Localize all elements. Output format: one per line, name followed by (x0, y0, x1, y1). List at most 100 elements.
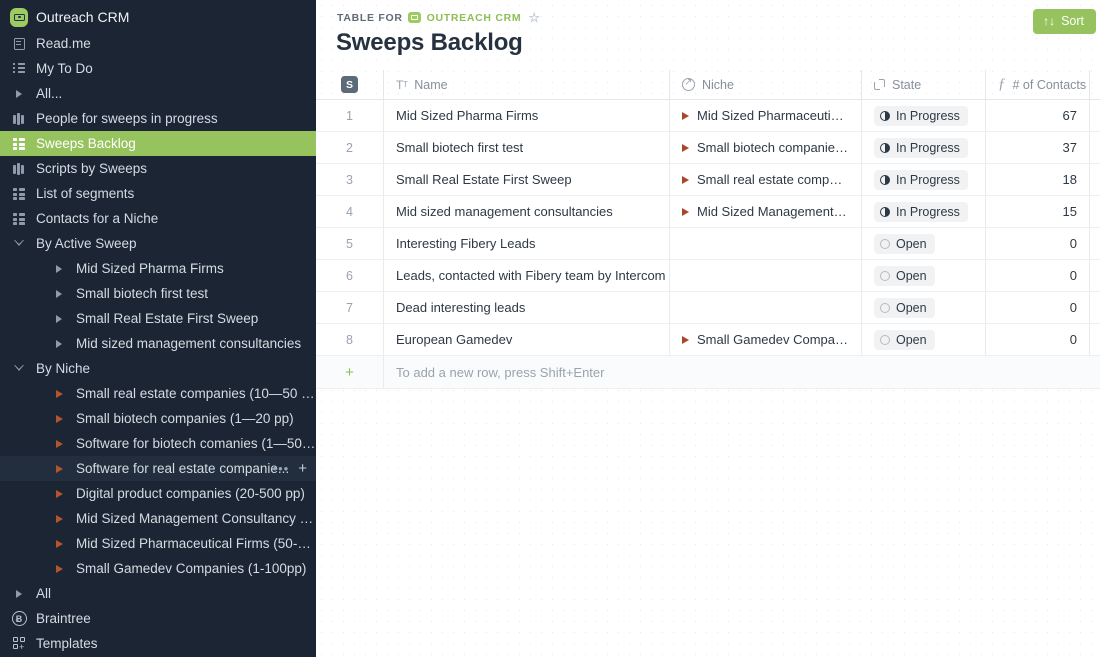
sidebar-item-all[interactable]: All... (0, 81, 316, 106)
breadcrumb-workspace-link[interactable]: OUTREACH CRM (427, 12, 522, 24)
column-header-contacts[interactable]: ƒ # of Contacts (986, 70, 1090, 99)
table-row[interactable]: 5Interesting Fibery LeadsOpen0 (316, 228, 1100, 260)
sidebar-item-people-for-sweeps-in-progress[interactable]: People for sweeps in progress (0, 106, 316, 131)
workflow-icon (874, 79, 885, 90)
sidebar-item-mid-sized-pharmaceutical-firms-50-150-pp[interactable]: Mid Sized Pharmaceutical Firms (50-150 p… (0, 531, 316, 556)
sidebar-item-small-real-estate-companies-10-50-pp[interactable]: Small real estate companies (10—50 pp) (0, 381, 316, 406)
cell-niche[interactable]: Mid Sized Pharmaceutical ... (670, 100, 862, 131)
cell-name[interactable]: Small Real Estate First Sweep (384, 164, 670, 195)
table-row[interactable]: 1Mid Sized Pharma FirmsMid Sized Pharmac… (316, 100, 1100, 132)
cell-niche[interactable] (670, 292, 862, 323)
cell-state[interactable]: Open (862, 292, 986, 323)
niche-marker-icon (682, 176, 689, 184)
table-row[interactable]: 8European GamedevSmall Gamedev Companie.… (316, 324, 1100, 356)
sidebar-item-my-to-do[interactable]: My To Do (0, 56, 316, 81)
status-badge[interactable]: In Progress (874, 202, 968, 222)
table-row[interactable]: 4Mid sized management consultanciesMid S… (316, 196, 1100, 228)
status-badge-label: In Progress (896, 205, 960, 219)
table-row[interactable]: 7Dead interesting leadsOpen0 (316, 292, 1100, 324)
sidebar-item-templates[interactable]: +Templates (0, 631, 316, 656)
status-badge[interactable]: Open (874, 234, 935, 254)
cell-tail[interactable] (1090, 324, 1100, 355)
table-row[interactable]: 2Small biotech first testSmall biotech c… (316, 132, 1100, 164)
column-header-state[interactable]: State (862, 70, 986, 99)
sidebar-item-small-biotech-companies-1-20-pp[interactable]: Small biotech companies (1—20 pp) (0, 406, 316, 431)
favorite-star-icon[interactable]: ☆ (528, 11, 540, 24)
sidebar-item-scripts-by-sweeps[interactable]: Scripts by Sweeps (0, 156, 316, 181)
cell-tail[interactable] (1090, 260, 1100, 291)
table-row[interactable]: 6Leads, contacted with Fibery team by In… (316, 260, 1100, 292)
more-options-icon[interactable]: ••• (273, 462, 290, 475)
cell-name[interactable]: European Gamedev (384, 324, 670, 355)
sidebar-item-by-active-sweep[interactable]: By Active Sweep (0, 231, 316, 256)
sidebar-item-digital-product-companies-20-500-pp[interactable]: Digital product companies (20-500 pp) (0, 481, 316, 506)
sidebar-item-by-niche[interactable]: By Niche (0, 356, 316, 381)
cell-niche[interactable]: Small biotech companies (... (670, 132, 862, 163)
cell-name[interactable]: Mid sized management consultancies (384, 196, 670, 227)
cell-contacts[interactable]: 0 (986, 260, 1090, 291)
sidebar-item-read-me[interactable]: Read.me (0, 31, 316, 56)
cell-state[interactable]: In Progress (862, 132, 986, 163)
cell-name[interactable]: Leads, contacted with Fibery team by Int… (384, 260, 670, 291)
cell-tail[interactable] (1090, 196, 1100, 227)
sidebar-item-small-gamedev-companies-1-100pp[interactable]: Small Gamedev Companies (1-100pp) (0, 556, 316, 581)
sidebar-item-list-of-segments[interactable]: List of segments (0, 181, 316, 206)
cell-contacts[interactable]: 37 (986, 132, 1090, 163)
sidebar-item-braintree[interactable]: ɃBraintree (0, 606, 316, 631)
column-header-tail[interactable] (1090, 70, 1100, 99)
sidebar-item-software-for-biotech-comanies-1-50-pp[interactable]: Software for biotech comanies (1—50 pp) (0, 431, 316, 456)
cell-contacts[interactable]: 15 (986, 196, 1090, 227)
cell-tail[interactable] (1090, 132, 1100, 163)
sidebar-item-mid-sized-management-consultancies[interactable]: Mid sized management consultancies (0, 331, 316, 356)
add-icon[interactable]: + (298, 461, 307, 476)
cell-name[interactable]: Interesting Fibery Leads (384, 228, 670, 259)
status-badge[interactable]: In Progress (874, 138, 968, 158)
status-badge[interactable]: Open (874, 266, 935, 286)
cell-tail[interactable] (1090, 292, 1100, 323)
cell-tail[interactable] (1090, 228, 1100, 259)
sidebar-item-mid-sized-pharma-firms[interactable]: Mid Sized Pharma Firms (0, 256, 316, 281)
column-header-s[interactable]: S (316, 70, 384, 99)
cell-contacts[interactable]: 0 (986, 228, 1090, 259)
cell-contacts[interactable]: 18 (986, 164, 1090, 195)
cell-state[interactable]: Open (862, 260, 986, 291)
cell-niche[interactable] (670, 228, 862, 259)
status-badge[interactable]: Open (874, 330, 935, 350)
add-row[interactable]: + To add a new row, press Shift+Enter (316, 356, 1100, 389)
sidebar-item-mid-sized-management-consultancy-firms[interactable]: Mid Sized Management Consultancy Firms .… (0, 506, 316, 531)
sidebar-item-sweeps-backlog[interactable]: Sweeps Backlog (0, 131, 316, 156)
cell-state[interactable]: In Progress (862, 100, 986, 131)
cell-niche[interactable] (670, 260, 862, 291)
cell-niche[interactable]: Small Gamedev Companie... (670, 324, 862, 355)
status-badge[interactable]: Open (874, 298, 935, 318)
cell-tail[interactable] (1090, 100, 1100, 131)
sidebar-item-small-biotech-first-test[interactable]: Small biotech first test (0, 281, 316, 306)
cell-tail[interactable] (1090, 164, 1100, 195)
cell-niche[interactable]: Small real estate companie... (670, 164, 862, 195)
cell-name[interactable]: Mid Sized Pharma Firms (384, 100, 670, 131)
cell-state[interactable]: In Progress (862, 164, 986, 195)
cell-name[interactable]: Dead interesting leads (384, 292, 670, 323)
sidebar-item-actions: ••• + (273, 456, 307, 481)
cell-contacts[interactable]: 0 (986, 324, 1090, 355)
status-badge[interactable]: In Progress (874, 106, 968, 126)
sort-button[interactable]: ↑↓ Sort (1033, 9, 1096, 34)
column-header-niche[interactable]: Niche (670, 70, 862, 99)
column-header-name[interactable]: TT Name (384, 70, 670, 99)
sidebar-item-small-real-estate-first-sweep[interactable]: Small Real Estate First Sweep (0, 306, 316, 331)
cell-state[interactable]: In Progress (862, 196, 986, 227)
sidebar-workspace[interactable]: Outreach CRM (0, 3, 316, 31)
cell-contacts[interactable]: 67 (986, 100, 1090, 131)
cell-niche[interactable]: Mid Sized Management Co... (670, 196, 862, 227)
sidebar-item-contacts-for-a-niche[interactable]: Contacts for a Niche (0, 206, 316, 231)
sidebar-item-software-for-real-estate-companie[interactable]: Software for real estate companie...•••+ (0, 456, 316, 481)
status-badge[interactable]: In Progress (874, 170, 968, 190)
table-row[interactable]: 3Small Real Estate First SweepSmall real… (316, 164, 1100, 196)
sidebar-item-all[interactable]: All (0, 581, 316, 606)
cell-name[interactable]: Small biotech first test (384, 132, 670, 163)
sidebar-item-label: Templates (36, 636, 98, 651)
cell-state[interactable]: Open (862, 324, 986, 355)
cell-state[interactable]: Open (862, 228, 986, 259)
cell-contacts[interactable]: 0 (986, 292, 1090, 323)
add-row-plus-icon[interactable]: + (316, 356, 384, 388)
